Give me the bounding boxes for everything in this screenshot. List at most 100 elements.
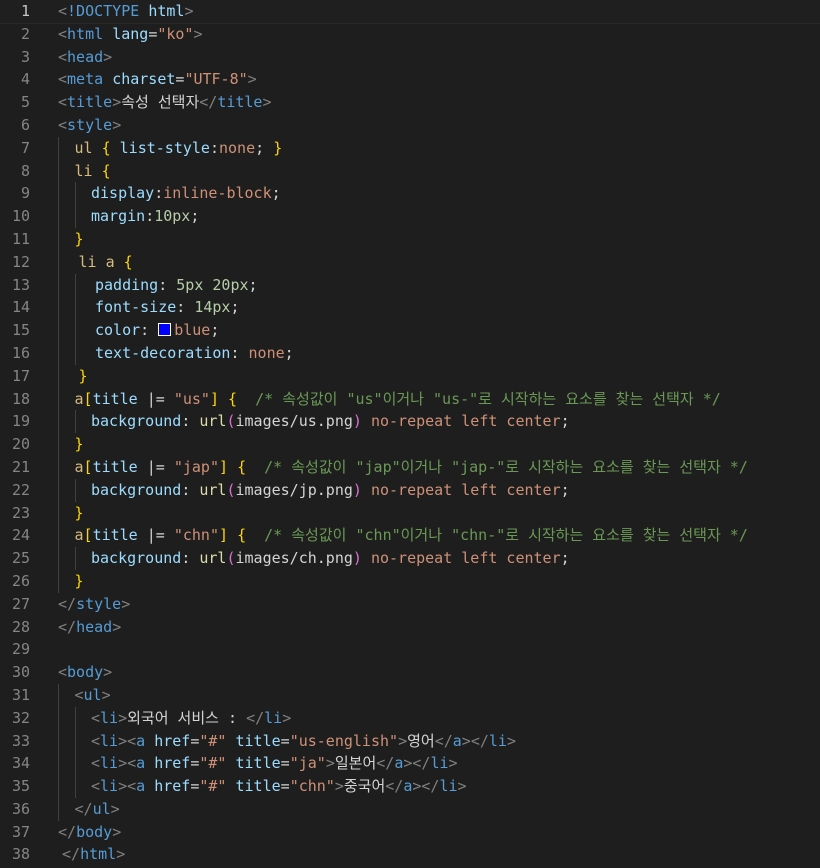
code-line[interactable]: 28 </head>	[0, 616, 820, 639]
token-text: 속성 선택자	[121, 93, 200, 112]
code-line[interactable]: 21 a[title |= "jap"] { /* 속성값이 "jap"이거나 "…	[0, 455, 820, 479]
code-line[interactable]: 10 margin:10px;	[0, 205, 820, 228]
line-number: 6	[20, 115, 30, 134]
line-number: 1	[20, 2, 30, 20]
line-number: 27	[11, 594, 30, 613]
code-line[interactable]: 6 <style>	[0, 114, 820, 137]
token-punc: ></	[403, 754, 431, 773]
code-line[interactable]: 9 display:inline-block;	[0, 182, 820, 206]
code-line[interactable]: 24 a[title |= "chn"] { /* 속성값이 "chn"이거나 "…	[0, 524, 820, 548]
code-line[interactable]: 35 <li><a href="#" title="chn">중국어</a></l…	[0, 775, 820, 798]
code-line[interactable]: 32 <li>외국어 서비스 : </li>	[0, 706, 820, 730]
token-text: |=	[137, 457, 174, 476]
token-tag: li	[100, 731, 119, 750]
line-number: 33	[11, 731, 30, 750]
token-punc: >	[247, 70, 257, 89]
token-punc: ><	[118, 731, 137, 750]
token-str: "us-english"	[289, 731, 399, 750]
line-number: 23	[11, 503, 30, 522]
token-tag: style	[76, 594, 122, 613]
token-tag: li	[488, 731, 507, 750]
code-editor[interactable]: 1 <!DOCTYPE html> 2 <html lang="ko"> 3 <head>…	[0, 0, 820, 868]
token-punc: <	[74, 685, 84, 704]
code-line[interactable]: 27 </style>	[0, 593, 820, 616]
code-line[interactable]: 20}	[0, 433, 820, 456]
line-number: 30	[11, 663, 30, 682]
code-line[interactable]: 16 text-decoration: none;	[0, 341, 820, 365]
line-number: 14	[11, 298, 30, 317]
line-number: 26	[11, 571, 30, 590]
code-line[interactable]: 5 <title>속성 선택자</title>	[0, 91, 820, 114]
code-line[interactable]: 12 li a {	[0, 250, 820, 274]
code-line[interactable]: 8 li {	[0, 159, 820, 183]
token-brace: }	[74, 229, 84, 248]
token-tag: li	[439, 777, 458, 796]
code-line[interactable]: 2 <html lang="ko">	[0, 23, 820, 46]
token-attr: title	[235, 731, 281, 750]
token-str: "UTF-8"	[184, 70, 248, 89]
code-line[interactable]: 11}	[0, 227, 820, 251]
line-number: 12	[11, 252, 30, 271]
line-content: <head>	[58, 46, 112, 69]
token-val: none	[219, 138, 256, 157]
code-line[interactable]: 19 background: url(images/us.png) no-repe…	[0, 410, 820, 434]
line-number: 5	[20, 93, 30, 112]
token-punc: >	[457, 777, 467, 796]
token-brace: {	[237, 526, 247, 545]
token-text: :	[145, 207, 155, 226]
code-line[interactable]: 33 <li><a href="#" title="us-english">영어<…	[0, 729, 820, 753]
line-content: <!DOCTYPE html>	[58, 0, 193, 23]
token-attr: href	[154, 777, 191, 796]
code-line[interactable]: 29	[0, 638, 820, 661]
token-tag: a	[136, 777, 146, 796]
token-tag: li	[264, 708, 283, 727]
line-content: }	[75, 433, 84, 456]
token-punc: >	[448, 754, 458, 773]
token-punc: <	[91, 708, 101, 727]
code-line[interactable]: 18 a[title |= "us"] { /* 속성값이 "us"이거나 "us…	[0, 387, 820, 411]
code-line[interactable]: 34 <li><a href="#" title="ja">일본어</a></li…	[0, 752, 820, 776]
code-line[interactable]: 1 <!DOCTYPE html>	[0, 0, 820, 24]
code-line[interactable]: 22 background: url(images/jp.png) no-repe…	[0, 478, 820, 502]
code-line[interactable]: 13 padding: 5px 20px;	[0, 273, 820, 297]
code-line[interactable]: 17}	[0, 364, 820, 388]
line-number: 19	[11, 412, 30, 431]
indent-guide	[74, 729, 76, 753]
code-line[interactable]: 26}	[0, 569, 820, 593]
code-line[interactable]: 7 ul { list-style:none; }	[0, 136, 820, 160]
line-number: 28	[11, 617, 30, 636]
token-paren: )	[352, 480, 362, 499]
line-content: padding: 5px 20px;	[95, 274, 258, 297]
code-line[interactable]: 25 background: url(images/ch.png) no-repe…	[0, 547, 820, 570]
token-text: ;	[284, 343, 294, 362]
code-line[interactable]: 36 </ul>	[0, 797, 820, 821]
code-line[interactable]: 38 </html>	[0, 843, 820, 866]
token-prop: background	[91, 549, 182, 568]
token-punc: >	[282, 708, 292, 727]
color-swatch-icon[interactable]	[158, 323, 172, 337]
line-number: 35	[11, 777, 30, 796]
token-punc: <	[58, 70, 68, 89]
code-line[interactable]: 4 <meta charset="UTF-8">	[0, 68, 820, 91]
token-str: "chn"	[289, 777, 335, 796]
code-line[interactable]: 31 <ul>	[0, 683, 820, 707]
code-line[interactable]: 14 font-size: 14px;	[0, 296, 820, 320]
token-str: "#"	[199, 754, 227, 773]
token-prop: background	[91, 480, 182, 499]
token-punc: >	[112, 115, 122, 134]
indent-guide	[58, 410, 59, 434]
code-line[interactable]: 15 color: blue;	[0, 319, 820, 342]
token-paren: (	[226, 480, 236, 499]
token-text: images/us.png	[235, 412, 353, 431]
line-number: 31	[11, 685, 30, 704]
token-prop: display	[91, 184, 155, 203]
token-attr: lang	[112, 24, 149, 43]
code-line[interactable]: 3 <head>	[0, 46, 820, 69]
token-punc: ></	[412, 777, 440, 796]
line-content: background: url(images/ch.png) no-repeat…	[91, 547, 570, 570]
token-tag: head	[76, 617, 113, 636]
code-line[interactable]: 30 <body>	[0, 661, 820, 684]
code-line[interactable]: 37 </body>	[0, 821, 820, 844]
code-line[interactable]: 23}	[0, 501, 820, 525]
